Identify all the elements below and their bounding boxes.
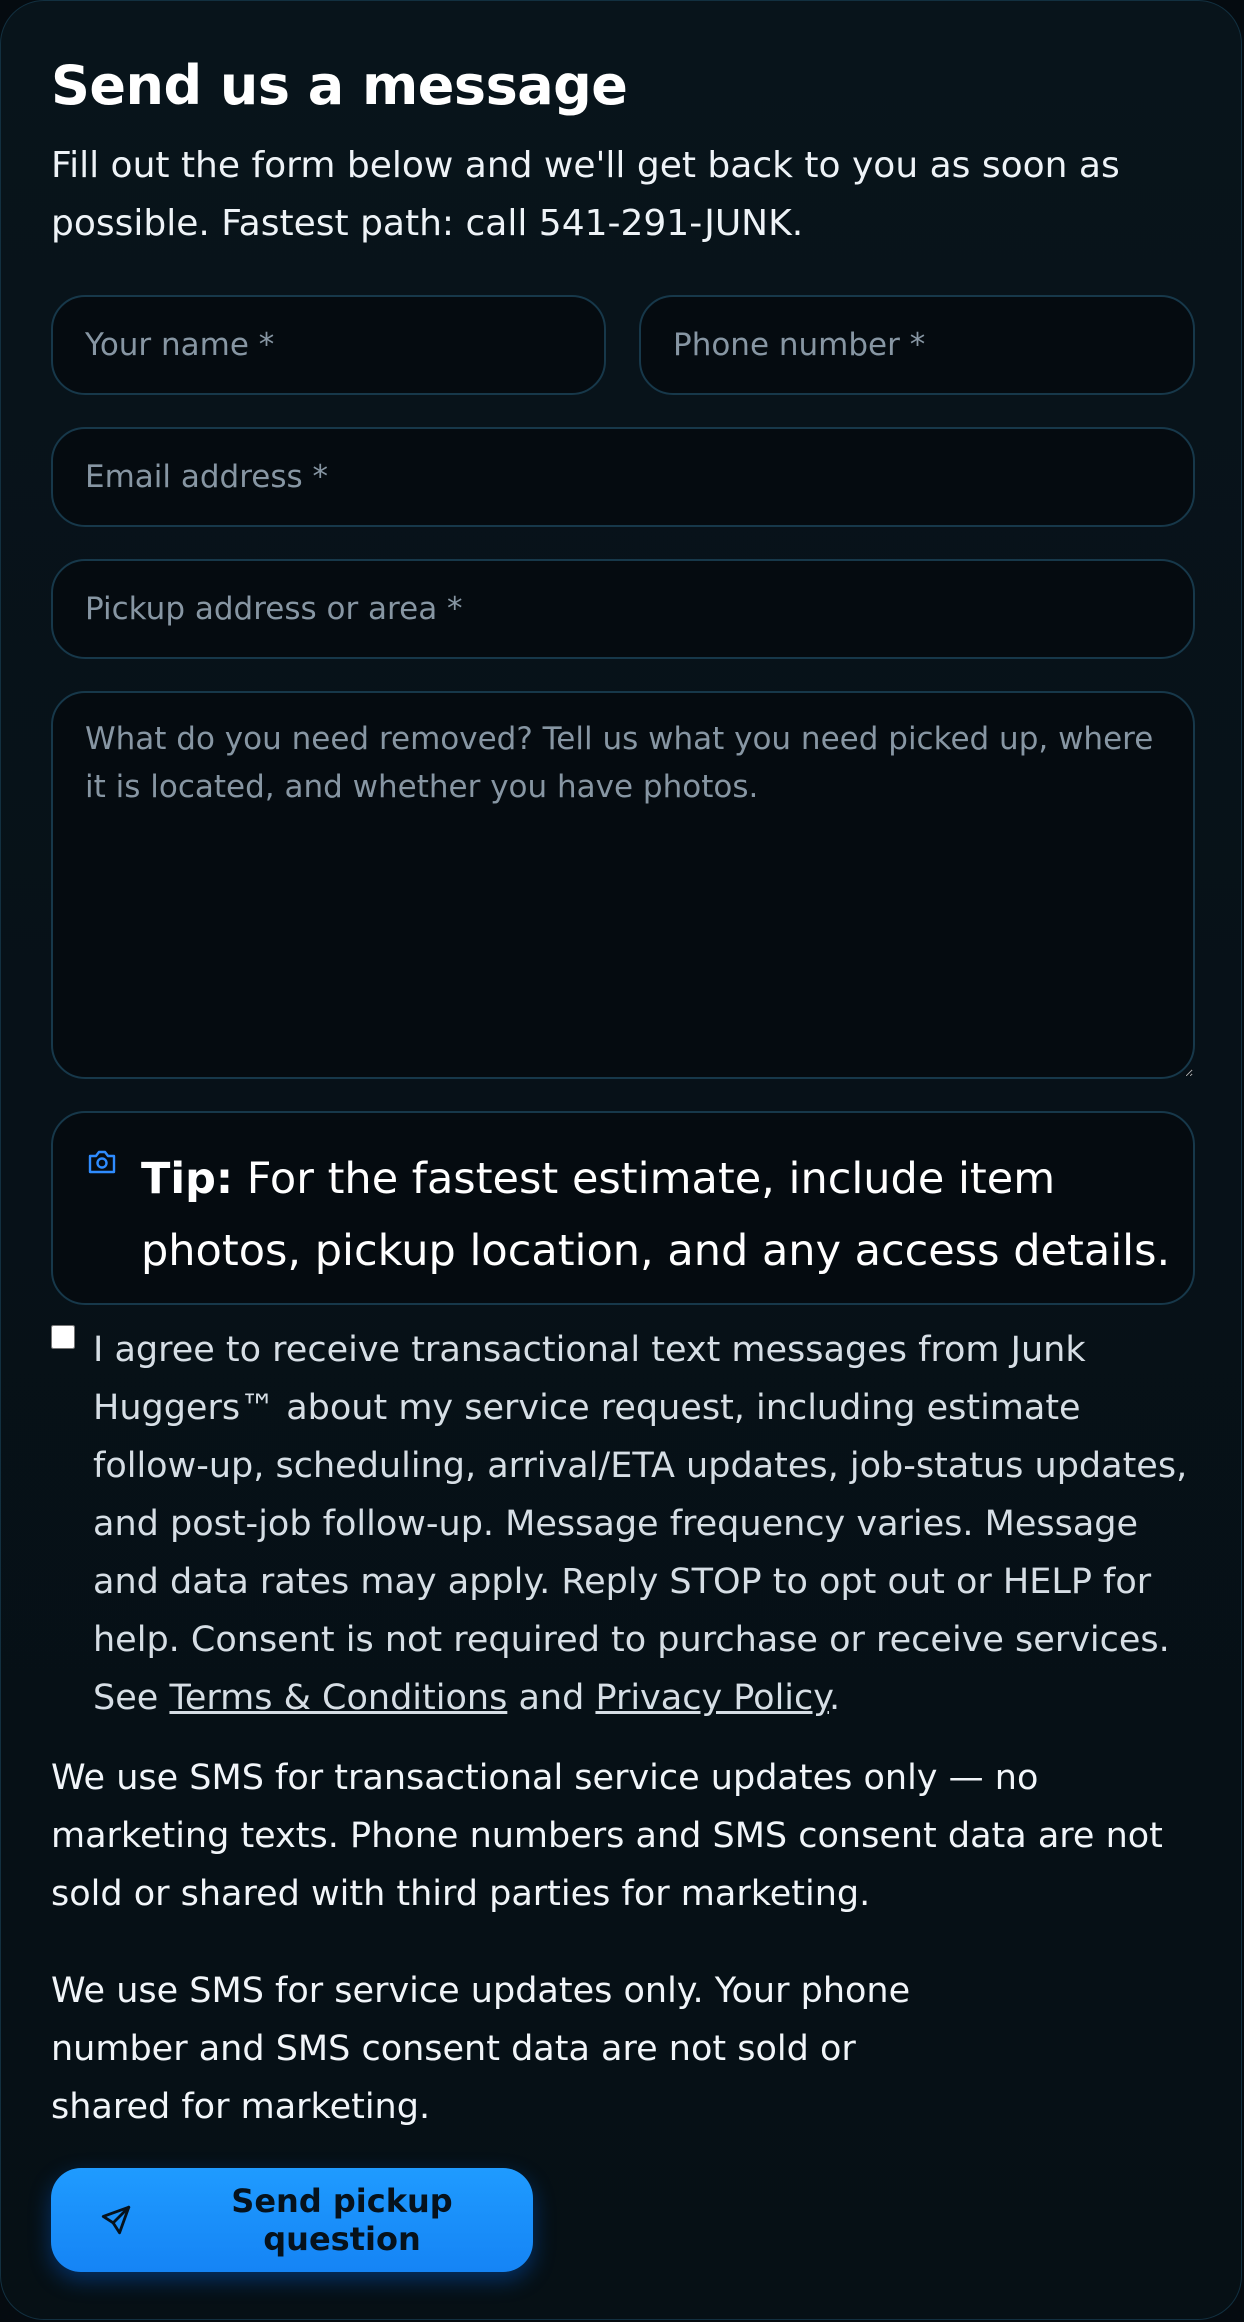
tip-label: Tip: [141,1154,234,1204]
phone-input[interactable] [639,295,1195,395]
privacy-link[interactable]: Privacy Policy [595,1678,829,1718]
tip-body: For the fastest estimate, include item p… [141,1154,1171,1276]
sms-note-service: We use SMS for service updates only. You… [51,1971,911,2127]
details-textarea[interactable] [51,691,1195,1079]
camera-icon [88,1150,116,1174]
sms-consent-checkbox[interactable] [51,1325,75,1349]
contact-form-card: Send us a message Fill out the form belo… [0,0,1242,2320]
send-icon [101,2205,131,2235]
consent-and: and [518,1678,585,1718]
tip-box: Tip: For the fastest estimate, include i… [51,1111,1195,1305]
tip-text: Tip: For the fastest estimate, include i… [141,1143,1181,1287]
form-intro: Fill out the form below and we'll get ba… [51,145,1120,244]
send-pickup-question-button[interactable]: Send pickup question [51,2168,533,2272]
sms-consent-text: I agree to receive transactional text me… [93,1321,1193,1727]
email-input[interactable] [51,427,1195,527]
pickup-address-input[interactable] [51,559,1195,659]
name-input[interactable] [51,295,606,395]
sms-note-transactional: We use SMS for transactional service upd… [51,1758,1163,1914]
terms-link[interactable]: Terms & Conditions [169,1678,507,1718]
send-button-label: Send pickup question [231,2182,453,2258]
form-title: Send us a message [51,54,628,117]
consent-body: I agree to receive transactional text me… [93,1330,1188,1718]
consent-end: . [829,1678,841,1718]
